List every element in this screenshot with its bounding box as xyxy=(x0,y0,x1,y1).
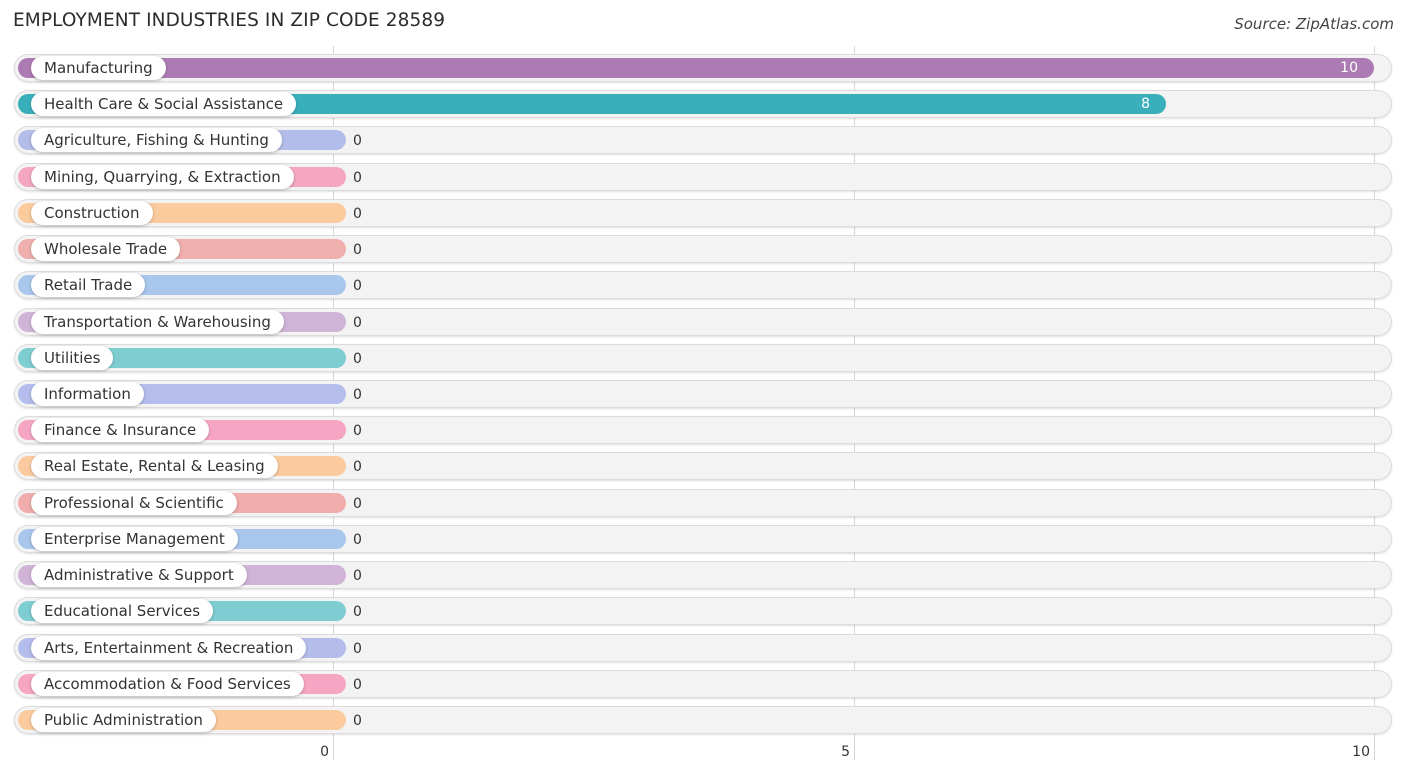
category-label: Retail Trade xyxy=(31,273,146,297)
category-label: Construction xyxy=(31,201,153,225)
value-label: 0 xyxy=(353,170,362,186)
category-label: Information xyxy=(31,382,144,406)
x-tick-label: 0 xyxy=(320,744,329,760)
bar-chart: 0 5 10 Manufacturing 10 Health Care & Social … xyxy=(0,0,1406,776)
category-label: Enterprise Management xyxy=(31,527,238,551)
value-label: 0 xyxy=(353,351,362,367)
value-label: 0 xyxy=(353,568,362,584)
category-label: Manufacturing xyxy=(31,56,166,80)
value-label: 0 xyxy=(353,713,362,729)
value-label: 0 xyxy=(353,459,362,475)
category-label: Wholesale Trade xyxy=(31,237,181,261)
category-label: Agriculture, Fishing & Hunting xyxy=(31,128,282,152)
value-label: 10 xyxy=(1340,60,1358,76)
x-tick-label: 5 xyxy=(841,744,850,760)
category-label: Transportation & Warehousing xyxy=(31,310,284,334)
category-label: Arts, Entertainment & Recreation xyxy=(31,636,307,660)
category-label: Utilities xyxy=(31,346,114,370)
category-label: Finance & Insurance xyxy=(31,418,210,442)
value-label: 0 xyxy=(353,242,362,258)
category-label: Real Estate, Rental & Leasing xyxy=(31,454,278,478)
category-label: Public Administration xyxy=(31,708,216,732)
value-label: 0 xyxy=(353,206,362,222)
value-label: 8 xyxy=(1141,96,1150,112)
value-label: 0 xyxy=(353,641,362,657)
value-label: 0 xyxy=(353,387,362,403)
value-label: 0 xyxy=(353,496,362,512)
value-label: 0 xyxy=(353,677,362,693)
category-label: Educational Services xyxy=(31,599,214,623)
category-label: Professional & Scientific xyxy=(31,491,237,515)
bar-manufacturing[interactable] xyxy=(18,58,1374,78)
category-label: Health Care & Social Assistance xyxy=(31,92,297,116)
value-label: 0 xyxy=(353,133,362,149)
value-label: 0 xyxy=(353,423,362,439)
x-tick-label: 10 xyxy=(1352,744,1370,760)
value-label: 0 xyxy=(353,604,362,620)
category-label: Accommodation & Food Services xyxy=(31,672,304,696)
value-label: 0 xyxy=(353,315,362,331)
value-label: 0 xyxy=(353,278,362,294)
value-label: 0 xyxy=(353,532,362,548)
category-label: Mining, Quarrying, & Extraction xyxy=(31,165,294,189)
category-label: Administrative & Support xyxy=(31,563,247,587)
